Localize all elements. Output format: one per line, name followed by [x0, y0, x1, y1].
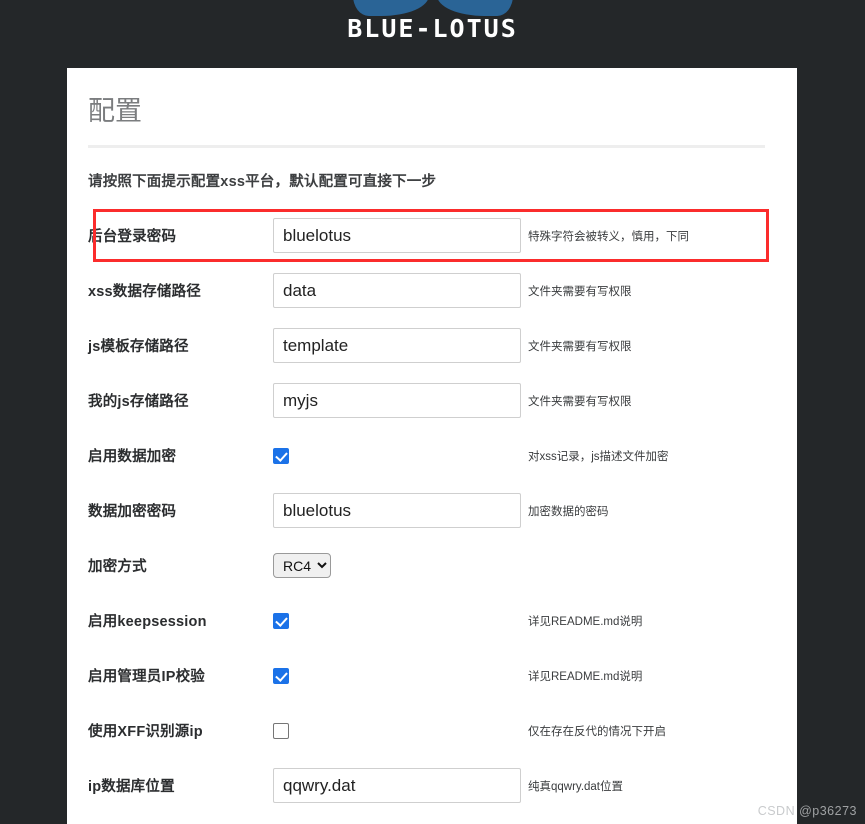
title-divider [88, 145, 765, 149]
encryption-method-select[interactable]: RC4 [273, 553, 331, 579]
site-header: BLUE-LOTUS [0, 0, 865, 68]
form-row-data-encryption-password: 数据加密密码 加密数据的密码 [88, 483, 765, 538]
hint-enable-data-encryption: 对xss记录，js描述文件加密 [528, 450, 669, 463]
label-xss-data-path: xss数据存储路径 [88, 284, 201, 301]
form-row-my-js-path: 我的js存储路径 文件夹需要有写权限 [88, 373, 765, 428]
label-use-xff-source-ip: 使用XFF识别源ip [88, 724, 203, 741]
config-form: 后台登录密码特殊字符会被转义，慎用，下同xss数据存储路径文件夹需要有写权限js… [88, 208, 769, 824]
control-enable-data-encryption [273, 447, 523, 464]
label-admin-password: 后台登录密码 [88, 229, 177, 246]
xss-data-path-input[interactable] [273, 273, 521, 309]
label-js-template-path: js模板存储路径 [88, 339, 189, 356]
hint-use-xff-source-ip: 仅在存在反代的情况下开启 [528, 725, 666, 738]
hint-xss-data-path: 文件夹需要有写权限 [528, 285, 632, 298]
control-js-template-path [273, 328, 523, 364]
ip-database-path-input[interactable] [273, 768, 521, 804]
label-enable-keepsession: 启用keepsession [88, 614, 207, 631]
form-row-ip-database-path: ip数据库位置 纯真qqwry.dat位置 [88, 758, 765, 813]
form-row-enable-admin-ip-check: 启用管理员IP校验 详见README.md说明 [88, 648, 765, 703]
watermark-prefix: CSDN [757, 804, 800, 818]
hint-admin-password: 特殊字符会被转义，慎用，下同 [528, 230, 689, 243]
site-logo[interactable]: BLUE-LOTUS [0, 0, 865, 68]
intro-text: 请按照下面提示配置xss平台，默认配置可直接下一步 [88, 174, 437, 191]
use-xff-source-ip-checkbox[interactable] [273, 722, 289, 739]
control-my-js-path [273, 383, 523, 419]
enable-admin-ip-check-checkbox[interactable] [273, 667, 289, 684]
hint-ip-database-path: 纯真qqwry.dat位置 [528, 780, 624, 793]
hint-enable-keepsession: 详见README.md说明 [528, 615, 643, 628]
hint-enable-admin-ip-check: 详见README.md说明 [528, 670, 643, 683]
control-enable-admin-ip-check [273, 667, 523, 684]
hint-my-js-path: 文件夹需要有写权限 [528, 395, 632, 408]
page-root: BLUE-LOTUS 配置 请按照下面提示配置xss平台，默认配置可直接下一步 … [0, 0, 865, 824]
form-row-enable-data-encryption: 启用数据加密 对xss记录，js描述文件加密 [88, 428, 765, 483]
enable-keepsession-checkbox[interactable] [273, 612, 289, 629]
hint-js-template-path: 文件夹需要有写权限 [528, 340, 632, 353]
page-title: 配置 [88, 96, 142, 126]
watermark: CSDN @p36273 [758, 804, 857, 818]
form-row-enable-keepsession: 启用keepsession 详见README.md说明 [88, 593, 765, 648]
label-enable-data-encryption: 启用数据加密 [88, 449, 177, 466]
form-row-use-xff-source-ip: 使用XFF识别源ip 仅在存在反代的情况下开启 [88, 703, 765, 758]
form-row-enable-mail-notify: 启用邮件通知收到xss消息后邮件通知 [88, 813, 765, 824]
label-data-encryption-password: 数据加密密码 [88, 504, 177, 521]
enable-data-encryption-checkbox[interactable] [273, 447, 289, 464]
form-row-admin-password: 后台登录密码 特殊字符会被转义，慎用，下同 [88, 208, 765, 263]
control-enable-keepsession [273, 612, 523, 629]
control-admin-password [273, 218, 523, 254]
my-js-path-input[interactable] [273, 383, 521, 419]
data-encryption-password-input[interactable] [273, 493, 521, 529]
label-my-js-path: 我的js存储路径 [88, 394, 189, 411]
control-data-encryption-password [273, 493, 523, 529]
label-enable-admin-ip-check: 启用管理员IP校验 [88, 669, 205, 686]
logo-text: BLUE-LOTUS [347, 14, 518, 43]
js-template-path-input[interactable] [273, 328, 521, 364]
watermark-handle: @p36273 [799, 804, 857, 818]
label-ip-database-path: ip数据库位置 [88, 779, 175, 796]
form-row-js-template-path: js模板存储路径 文件夹需要有写权限 [88, 318, 765, 373]
hint-data-encryption-password: 加密数据的密码 [528, 505, 609, 518]
config-card: 配置 请按照下面提示配置xss平台，默认配置可直接下一步 后台登录密码 特殊字符会… [67, 68, 797, 824]
control-xss-data-path [273, 273, 523, 309]
form-row-encryption-method: 加密方式 RC4 [88, 538, 765, 593]
label-encryption-method: 加密方式 [88, 559, 147, 576]
control-encryption-method: RC4 [273, 553, 523, 579]
admin-password-input[interactable] [273, 218, 521, 254]
control-use-xff-source-ip [273, 722, 523, 739]
control-ip-database-path [273, 768, 523, 804]
form-row-xss-data-path: xss数据存储路径 文件夹需要有写权限 [88, 263, 765, 318]
